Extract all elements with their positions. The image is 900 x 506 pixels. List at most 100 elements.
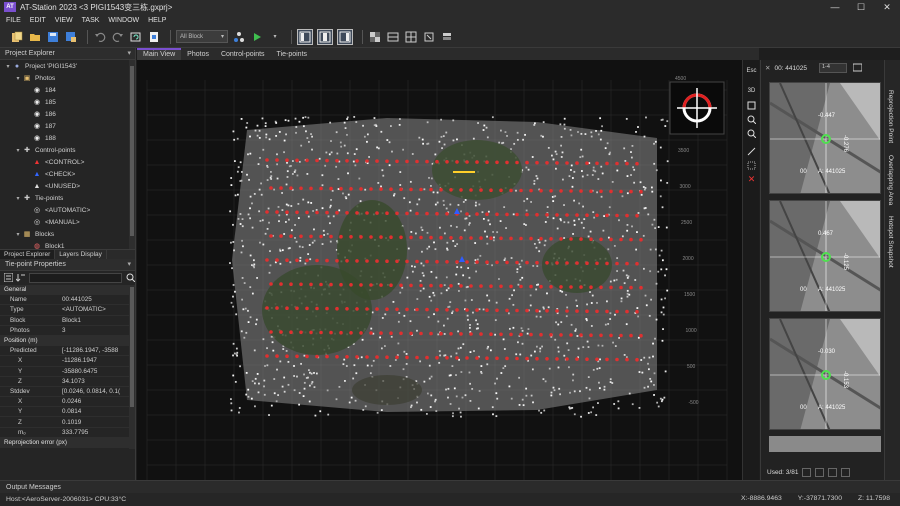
tie-point-marker[interactable] <box>405 355 409 360</box>
pin-icon[interactable]: ▾ <box>127 260 131 268</box>
tab-overlapping-area[interactable]: Overlapping Area <box>887 155 894 205</box>
tie-point-marker[interactable] <box>595 161 599 166</box>
menu-window[interactable]: WINDOW <box>108 17 139 24</box>
tie-point-marker[interactable] <box>495 160 499 165</box>
property-section[interactable]: Position (m) <box>0 335 135 347</box>
tree-item[interactable]: ◉ 187 <box>0 120 135 132</box>
tie-point-marker[interactable] <box>465 260 469 264</box>
tie-point-marker[interactable] <box>299 330 303 335</box>
tie-point-marker[interactable] <box>295 210 299 215</box>
tie-point-marker[interactable] <box>609 189 613 194</box>
property-row[interactable]: X 0.0246 <box>0 397 135 408</box>
tie-point-marker[interactable] <box>315 158 319 163</box>
tie-point-marker[interactable] <box>399 187 403 192</box>
tie-point-marker[interactable] <box>625 213 629 218</box>
tie-point-marker[interactable] <box>449 332 453 336</box>
tie-point-marker[interactable] <box>275 354 279 358</box>
minimize-button[interactable]: — <box>822 0 848 14</box>
image-view-icon[interactable] <box>852 63 863 74</box>
tie-point-marker[interactable] <box>609 333 613 338</box>
tie-point-marker[interactable] <box>545 261 549 265</box>
tie-point-marker[interactable] <box>399 235 403 240</box>
tie-point-marker[interactable] <box>565 309 569 313</box>
tie-point-marker[interactable] <box>615 309 619 314</box>
tie-point-marker[interactable] <box>639 285 643 290</box>
prev-icon[interactable] <box>802 467 812 477</box>
tie-point-marker[interactable] <box>405 307 409 312</box>
tie-point-marker[interactable] <box>565 213 569 217</box>
tie-point-marker[interactable] <box>319 186 323 191</box>
tie-point-marker[interactable] <box>615 161 619 166</box>
pin-icon[interactable]: ✕ <box>765 64 770 72</box>
tie-point-marker[interactable] <box>435 259 439 264</box>
reprojection-thumbnail[interactable]: 0.467 -0.125 00 A: 441025 <box>769 200 881 312</box>
tie-point-marker[interactable] <box>439 235 443 240</box>
tie-point-marker[interactable] <box>329 234 333 239</box>
tie-point-marker[interactable] <box>375 355 379 359</box>
tie-point-marker[interactable] <box>339 282 343 287</box>
tie-point-marker[interactable] <box>479 236 483 240</box>
property-row[interactable]: Stddev [0.0246, 0.0814, 0.1( <box>0 387 135 398</box>
tree-item[interactable]: ▾ ● Project 'PIGI1543' <box>0 60 135 72</box>
tie-point-marker[interactable] <box>375 211 379 215</box>
menu-task[interactable]: TASK <box>82 17 100 24</box>
tie-point-marker[interactable] <box>385 211 389 215</box>
tie-point-marker[interactable] <box>265 306 269 310</box>
tie-point-marker[interactable] <box>385 259 389 263</box>
tie-point-marker[interactable] <box>619 189 623 194</box>
tie-point-marker[interactable] <box>445 160 449 164</box>
select-icon[interactable] <box>743 158 760 172</box>
tie-point-marker[interactable] <box>265 258 269 262</box>
tie-point-marker[interactable] <box>615 213 619 218</box>
tie-point-marker[interactable] <box>309 234 313 239</box>
tie-point-marker[interactable] <box>469 236 473 240</box>
tie-point-marker[interactable] <box>319 330 323 335</box>
tie-point-marker[interactable] <box>509 188 513 193</box>
tie-point-marker[interactable] <box>539 284 543 289</box>
tie-point-marker[interactable] <box>585 161 589 165</box>
tie-point-marker[interactable] <box>429 331 433 336</box>
tie-point-marker[interactable] <box>479 188 483 192</box>
tie-point-marker[interactable] <box>315 210 319 215</box>
tie-point-marker[interactable] <box>425 259 429 264</box>
tie-point-marker[interactable] <box>529 332 533 337</box>
tie-point-marker[interactable] <box>575 161 579 165</box>
tie-point-marker[interactable] <box>545 309 549 313</box>
property-row[interactable]: Z 0.1019 <box>0 417 135 428</box>
tie-point-marker[interactable] <box>495 356 499 361</box>
tie-point-marker[interactable] <box>545 161 549 165</box>
tie-point-marker[interactable] <box>465 160 469 164</box>
tie-point-marker[interactable] <box>619 333 623 338</box>
tie-point-marker[interactable] <box>515 160 519 165</box>
tie-point-marker[interactable] <box>625 261 629 266</box>
undo-icon[interactable] <box>93 30 107 44</box>
tab-layers-display[interactable]: Layers Display <box>55 250 107 259</box>
tie-point-marker[interactable] <box>325 158 329 163</box>
tie-point-marker[interactable] <box>289 282 293 286</box>
tie-point-marker[interactable] <box>469 284 473 288</box>
tie-point-marker[interactable] <box>579 237 583 241</box>
tie-point-marker[interactable] <box>549 237 553 241</box>
tie-point-marker[interactable] <box>285 210 289 214</box>
tie-point-marker[interactable] <box>485 160 489 164</box>
tie-point-marker[interactable] <box>525 308 529 313</box>
tie-point-marker[interactable] <box>639 333 643 338</box>
tab-photos[interactable]: Photos <box>181 50 215 60</box>
tie-point-marker[interactable] <box>269 186 273 190</box>
tie-point-marker[interactable] <box>265 210 269 214</box>
tie-point-marker[interactable] <box>365 307 369 311</box>
next-icon[interactable] <box>815 467 825 477</box>
tie-point-marker[interactable] <box>295 354 299 359</box>
tie-point-marker[interactable] <box>489 236 493 240</box>
tie-point-marker[interactable] <box>349 283 353 287</box>
tie-point-marker[interactable] <box>515 308 519 313</box>
tie-point-marker[interactable] <box>569 237 573 241</box>
tie-point-marker[interactable] <box>475 308 479 312</box>
fit-view-icon[interactable] <box>743 98 760 112</box>
tie-point-marker[interactable] <box>535 212 539 217</box>
tie-point-marker[interactable] <box>575 261 579 265</box>
tie-point-marker[interactable] <box>285 258 289 262</box>
tie-point-marker[interactable] <box>269 282 273 286</box>
tie-point-marker[interactable] <box>415 211 419 216</box>
tie-point-marker[interactable] <box>359 187 363 191</box>
